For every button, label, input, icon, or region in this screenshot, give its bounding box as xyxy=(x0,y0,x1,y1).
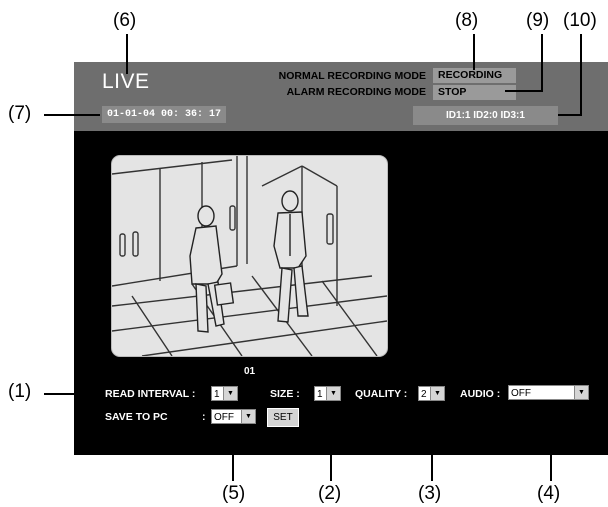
leader-line-8 xyxy=(473,34,475,70)
read-interval-label: READ INTERVAL : xyxy=(105,388,196,400)
save-to-pc-colon: : xyxy=(202,411,206,423)
size-value: 1 xyxy=(317,389,323,400)
callout-7: (7) xyxy=(8,103,32,124)
leader-line-7 xyxy=(44,114,100,116)
save-to-pc-label: SAVE TO PC xyxy=(105,411,168,423)
quality-value: 2 xyxy=(421,389,427,400)
callout-10: (10) xyxy=(563,10,597,31)
callout-8: (8) xyxy=(455,10,479,31)
camera-label: 01 xyxy=(244,366,256,377)
leader-line-10 xyxy=(580,34,582,116)
camera-image xyxy=(112,156,387,356)
save-to-pc-select[interactable]: OFF ▼ xyxy=(211,409,256,424)
alarm-mode-status: STOP xyxy=(433,85,516,100)
leader-line-6 xyxy=(126,34,128,74)
normal-mode-status: RECORDING xyxy=(433,68,516,83)
chevron-down-icon: ▼ xyxy=(326,387,340,400)
leader-line-3 xyxy=(431,402,433,481)
audio-select[interactable]: OFF ▼ xyxy=(508,385,589,400)
leader-line-9b xyxy=(505,90,543,92)
callout-6: (6) xyxy=(113,10,137,31)
id-status: ID1:1 ID2:0 ID3:1 xyxy=(413,106,558,125)
callout-1: (1) xyxy=(8,381,32,402)
callout-3: (3) xyxy=(418,483,442,504)
callout-5: (5) xyxy=(222,483,246,504)
callout-9: (9) xyxy=(526,10,550,31)
save-to-pc-value: OFF xyxy=(214,412,234,423)
size-select[interactable]: 1 ▼ xyxy=(314,386,341,401)
leader-line-2 xyxy=(330,402,332,481)
read-interval-value: 1 xyxy=(214,389,220,400)
leader-line-4 xyxy=(550,401,552,481)
alarm-mode-label: ALARM RECORDING MODE xyxy=(286,86,426,98)
datetime-display: 01-01-04 00: 36: 17 xyxy=(102,106,227,123)
callout-4: (4) xyxy=(537,483,561,504)
chevron-down-icon: ▼ xyxy=(430,387,444,400)
size-label: SIZE : xyxy=(270,388,300,400)
chevron-down-icon: ▼ xyxy=(574,386,588,399)
camera-view xyxy=(111,155,388,357)
leader-line-9 xyxy=(541,34,543,92)
audio-value: OFF xyxy=(511,388,531,399)
set-button[interactable]: SET xyxy=(267,408,299,427)
audio-label: AUDIO : xyxy=(460,388,501,400)
normal-mode-label: NORMAL RECORDING MODE xyxy=(278,70,426,82)
leader-line-5 xyxy=(232,425,234,481)
read-interval-select[interactable]: 1 ▼ xyxy=(211,386,238,401)
leader-line-10b xyxy=(558,114,582,116)
callout-2: (2) xyxy=(318,483,342,504)
quality-select[interactable]: 2 ▼ xyxy=(418,386,445,401)
chevron-down-icon: ▼ xyxy=(223,387,237,400)
quality-label: QUALITY : xyxy=(355,388,408,400)
leader-line-1 xyxy=(44,393,101,395)
chevron-down-icon: ▼ xyxy=(241,410,255,423)
